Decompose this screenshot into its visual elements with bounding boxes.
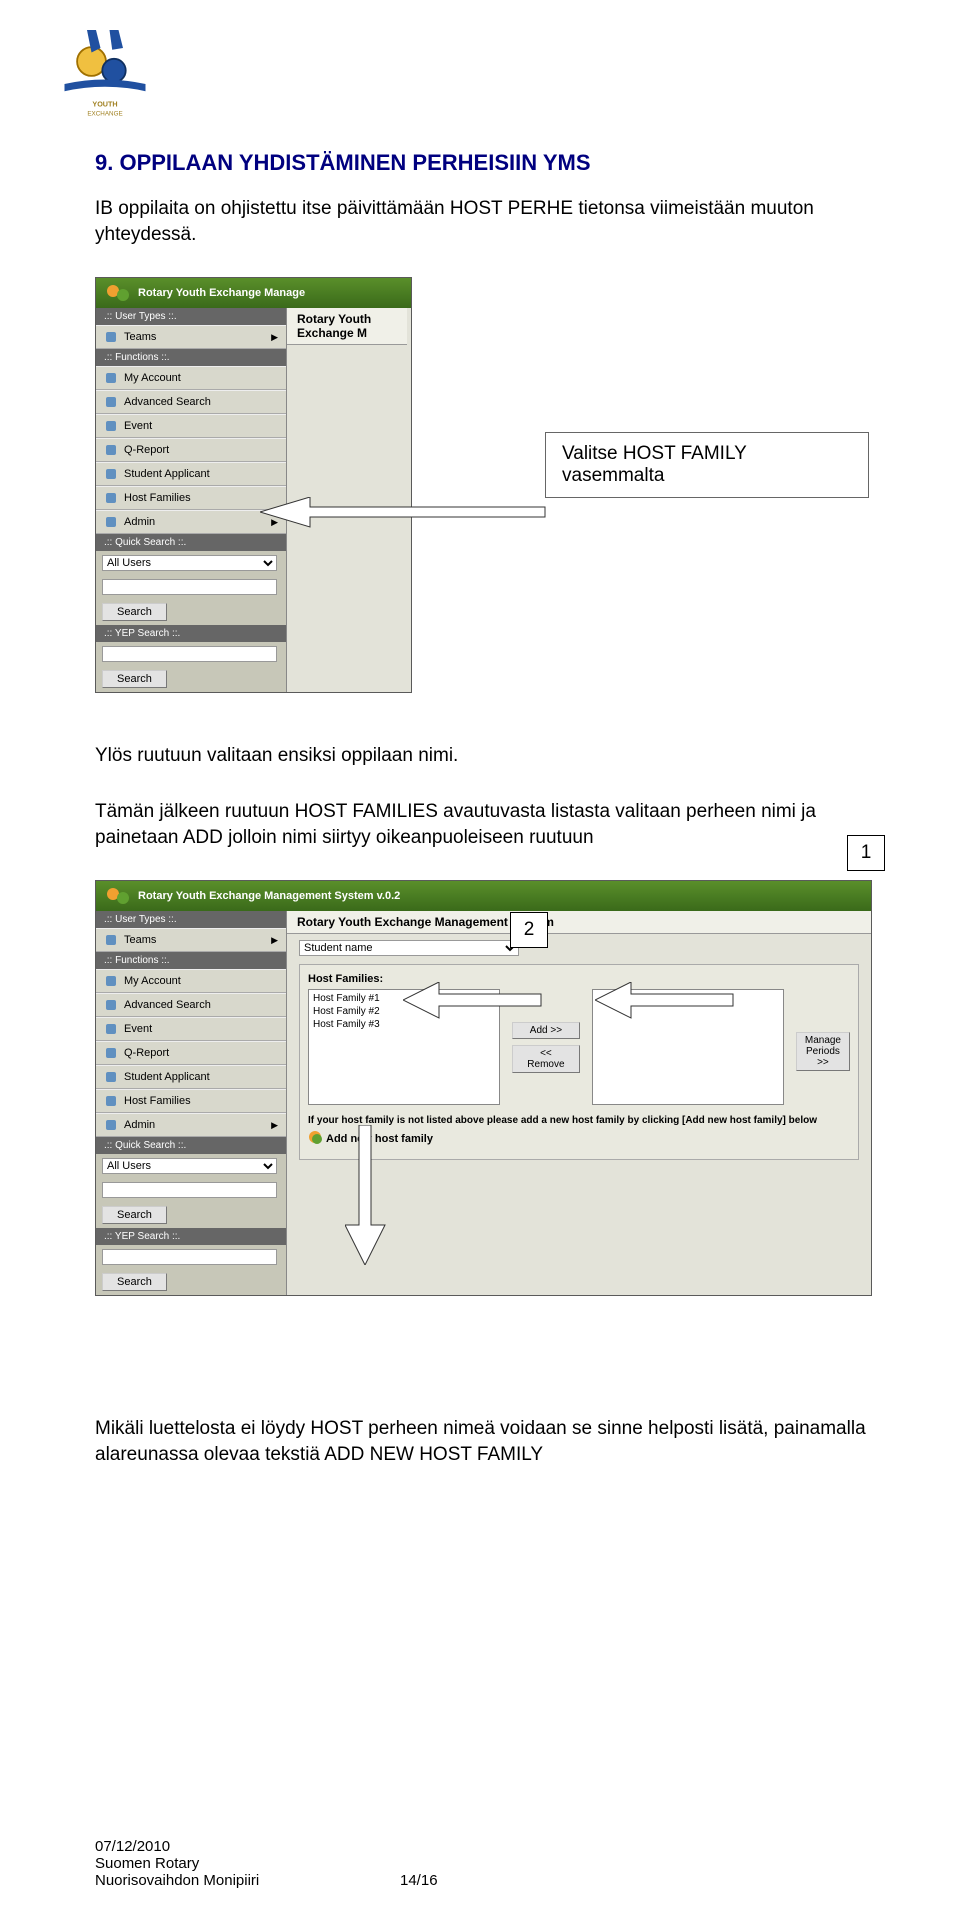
sidebar-item-host-families[interactable]: Host Families bbox=[96, 1089, 286, 1113]
sidebar-item-student-applicant[interactable]: Student Applicant bbox=[96, 1065, 286, 1089]
section-header: .:: YEP Search ::. bbox=[96, 1228, 286, 1245]
svg-text:YOUTH: YOUTH bbox=[92, 100, 117, 109]
callout-host-family: Valitse HOST FAMILY vasemmalta bbox=[545, 432, 869, 498]
sidebar-item-teams[interactable]: Teams▶ bbox=[96, 928, 286, 952]
stu-icon bbox=[104, 1070, 118, 1084]
section-header: .:: Functions ::. bbox=[96, 952, 286, 969]
arrow-annotation bbox=[260, 497, 550, 547]
titlebar: Rotary Youth Exchange Management System … bbox=[96, 881, 871, 911]
search-button[interactable]: Search bbox=[102, 670, 167, 688]
yep-search-input[interactable] bbox=[102, 646, 277, 662]
search-button[interactable]: Search bbox=[102, 603, 167, 621]
home-icon bbox=[104, 974, 118, 988]
section-header: .:: YEP Search ::. bbox=[96, 625, 286, 642]
search-button[interactable]: Search bbox=[102, 1273, 167, 1291]
cal-icon bbox=[104, 419, 118, 433]
section-header: .:: Quick Search ::. bbox=[96, 534, 286, 551]
quick-search-input[interactable] bbox=[102, 1182, 277, 1198]
app-icon bbox=[106, 886, 130, 906]
sidebar-item-teams[interactable]: Teams▶ bbox=[96, 325, 286, 349]
gear-icon bbox=[104, 1118, 118, 1132]
titlebar: Rotary Youth Exchange Manage bbox=[96, 278, 411, 308]
remove-button[interactable]: << Remove bbox=[512, 1045, 580, 1073]
body-paragraph: Ylös ruutuun valitaan ensiksi oppilaan n… bbox=[95, 743, 875, 769]
sidebar-item-event[interactable]: Event bbox=[96, 414, 286, 438]
sidebar-item-advanced-search[interactable]: Advanced Search bbox=[96, 993, 286, 1017]
body-paragraph: Tämän jälkeen ruutuun HOST FAMILIES avau… bbox=[95, 799, 875, 850]
quick-search-input[interactable] bbox=[102, 579, 277, 595]
search-icon bbox=[104, 395, 118, 409]
footer-date: 07/12/2010 bbox=[95, 1838, 259, 1855]
footer-org: Nuorisovaihdon Monipiiri bbox=[95, 1872, 259, 1889]
window-title: Rotary Youth Exchange Manage bbox=[138, 287, 305, 299]
home-icon bbox=[104, 371, 118, 385]
sidebar-item-q-report[interactable]: Q-Report bbox=[96, 438, 286, 462]
arrow-annotation bbox=[345, 1125, 415, 1265]
quick-search-select[interactable]: All Users bbox=[102, 555, 277, 571]
section-header: .:: User Types ::. bbox=[96, 911, 286, 928]
intro-paragraph: IB oppilaita on ohjistettu itse päivittä… bbox=[95, 196, 875, 247]
breadcrumb: Rotary Youth Exchange M bbox=[287, 308, 407, 345]
arrow-annotation bbox=[595, 982, 735, 1026]
quick-search-select[interactable]: All Users bbox=[102, 1158, 277, 1174]
section-header: .:: Functions ::. bbox=[96, 349, 286, 366]
sidebar-item-event[interactable]: Event bbox=[96, 1017, 286, 1041]
cal-icon bbox=[104, 1022, 118, 1036]
sidebar-item-admin[interactable]: Admin▶ bbox=[96, 510, 286, 534]
sidebar-item-my-account[interactable]: My Account bbox=[96, 366, 286, 390]
svg-text:EXCHANGE: EXCHANGE bbox=[87, 111, 122, 118]
student-select[interactable]: Student name bbox=[299, 940, 519, 956]
sidebar: .:: User Types ::.Teams▶.:: Functions ::… bbox=[96, 308, 287, 692]
sidebar-item-q-report[interactable]: Q-Report bbox=[96, 1041, 286, 1065]
sidebar-item-host-families[interactable]: Host Families bbox=[96, 486, 286, 510]
callout-number-1: 1 bbox=[847, 835, 885, 871]
breadcrumb: Rotary Youth Exchange Management System bbox=[287, 911, 871, 934]
sidebar: .:: User Types ::.Teams▶.:: Functions ::… bbox=[96, 911, 287, 1295]
yep-search-input[interactable] bbox=[102, 1249, 277, 1265]
stu-icon bbox=[104, 467, 118, 481]
sidebar-item-student-applicant[interactable]: Student Applicant bbox=[96, 462, 286, 486]
callout-number-2: 2 bbox=[510, 912, 548, 948]
app-icon bbox=[106, 283, 130, 303]
section-header: .:: Quick Search ::. bbox=[96, 1137, 286, 1154]
gear-icon bbox=[104, 515, 118, 529]
search-icon bbox=[104, 998, 118, 1012]
manage-periods-button[interactable]: Manage Periods >> bbox=[796, 1032, 850, 1071]
doc-icon bbox=[104, 443, 118, 457]
user-icon bbox=[104, 933, 118, 947]
page-heading: 9. OPPILAAN YHDISTÄMINEN PERHEISIIN YMS bbox=[95, 150, 875, 176]
app-window-1: Rotary Youth Exchange Manage .:: User Ty… bbox=[95, 277, 412, 693]
search-button[interactable]: Search bbox=[102, 1206, 167, 1224]
host-icon bbox=[104, 491, 118, 505]
sidebar-item-advanced-search[interactable]: Advanced Search bbox=[96, 390, 286, 414]
doc-icon bbox=[104, 1046, 118, 1060]
footer: 07/12/2010 Suomen Rotary Nuorisovaihdon … bbox=[95, 1838, 259, 1889]
window-title: Rotary Youth Exchange Management System … bbox=[138, 890, 400, 902]
user-icon bbox=[104, 330, 118, 344]
rotary-logo: YOUTH EXCHANGE bbox=[60, 20, 150, 130]
app-window-2: Rotary Youth Exchange Management System … bbox=[95, 880, 872, 1296]
section-header: .:: User Types ::. bbox=[96, 308, 286, 325]
add-icon bbox=[308, 1130, 322, 1147]
body-paragraph: Mikäli luettelosta ei löydy HOST perheen… bbox=[95, 1416, 875, 1467]
footer-org: Suomen Rotary bbox=[95, 1855, 259, 1872]
arrow-annotation bbox=[403, 982, 543, 1026]
host-icon bbox=[104, 1094, 118, 1108]
page-number: 14/16 bbox=[400, 1872, 438, 1889]
sidebar-item-my-account[interactable]: My Account bbox=[96, 969, 286, 993]
host-families-label: Host Families: bbox=[308, 973, 850, 985]
sidebar-item-admin[interactable]: Admin▶ bbox=[96, 1113, 286, 1137]
